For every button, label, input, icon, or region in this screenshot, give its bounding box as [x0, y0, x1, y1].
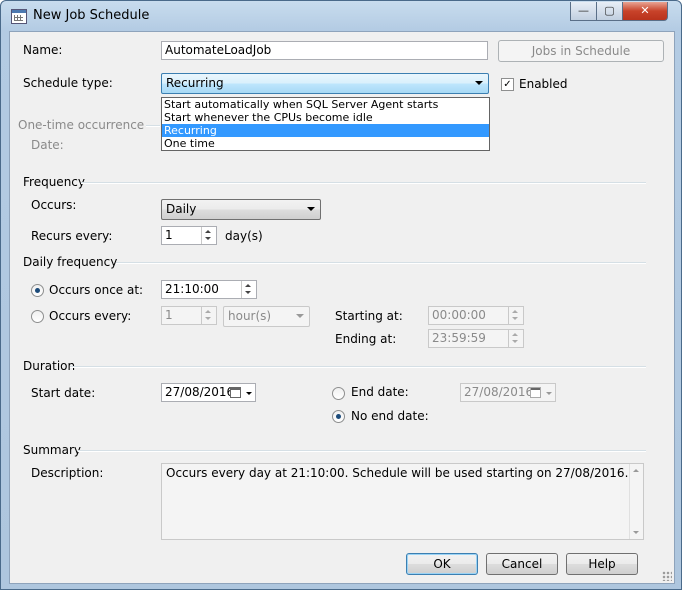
recurs-unit-label: day(s) [225, 229, 263, 243]
schedule-type-option[interactable]: One time [162, 137, 489, 150]
frequency-group-label: Frequency [23, 175, 85, 189]
frequency-group: Frequency [23, 175, 646, 189]
end-date-value: 27/08/2016 [464, 385, 534, 399]
schedule-type-option-selected[interactable]: Recurring [162, 124, 489, 137]
ending-at-value: 23:59:59 [432, 331, 486, 345]
duration-group-label: Duration [23, 359, 76, 373]
maximize-button[interactable]: ▢ [596, 2, 623, 21]
schedule-type-label: Schedule type: [23, 76, 113, 90]
occurs-every-unit-select[interactable]: hour(s) [223, 306, 310, 327]
ending-at-label: Ending at: [335, 332, 397, 346]
start-date-picker[interactable]: 27/08/2016 [161, 383, 256, 402]
calendar-icon[interactable] [230, 387, 241, 398]
ok-button[interactable]: OK [406, 553, 478, 575]
start-date-label: Start date: [31, 386, 96, 400]
dialog-client-area: Name: AutomateLoadJob Jobs in Schedule S… [9, 31, 675, 584]
start-date-value: 27/08/2016 [165, 385, 235, 399]
chevron-down-icon[interactable] [546, 392, 552, 395]
window-title: New Job Schedule [33, 8, 150, 23]
occurs-once-time-input[interactable]: 21:10:00 [161, 280, 257, 299]
chevron-down-icon[interactable] [246, 392, 252, 395]
jobs-in-schedule-button[interactable]: Jobs in Schedule [498, 40, 664, 62]
help-button[interactable]: Help [566, 553, 638, 575]
summary-group: Summary [23, 443, 646, 457]
no-end-date-radio[interactable] [332, 410, 345, 423]
spinner-arrows-icon[interactable] [241, 281, 256, 298]
occurs-label: Occurs: [31, 198, 77, 212]
occurs-once-time-value: 21:10:00 [165, 282, 219, 296]
occurs-every-radio[interactable] [31, 310, 44, 323]
chevron-down-icon [307, 207, 315, 211]
spinner-arrows-icon[interactable] [508, 307, 523, 324]
schedule-type-select[interactable]: Recurring [161, 73, 489, 94]
spinner-arrows-icon[interactable] [508, 330, 523, 347]
end-date-label: End date: [351, 385, 409, 399]
cancel-button[interactable]: Cancel [486, 553, 558, 575]
schedule-type-value: Recurring [166, 76, 224, 90]
description-label: Description: [31, 466, 104, 480]
spinner-arrows-icon[interactable] [201, 307, 216, 324]
resize-grip-icon[interactable] [662, 571, 672, 581]
description-textarea[interactable]: Occurs every day at 21:10:00. Schedule w… [161, 463, 644, 540]
enabled-checkbox[interactable]: ✓ [501, 78, 514, 91]
daily-frequency-group: Daily frequency [23, 255, 646, 269]
enabled-label: Enabled [519, 77, 568, 91]
description-text: Occurs every day at 21:10:00. Schedule w… [166, 466, 629, 480]
end-date-picker[interactable]: 27/08/2016 [460, 383, 556, 402]
spinner-arrows-icon[interactable] [201, 227, 216, 244]
ending-at-input[interactable]: 23:59:59 [428, 329, 524, 348]
occurs-every-spinner[interactable]: 1 [161, 306, 217, 325]
recurs-every-value: 1 [165, 228, 173, 242]
name-label: Name: [23, 43, 63, 57]
name-input[interactable]: AutomateLoadJob [161, 41, 488, 60]
starting-at-input[interactable]: 00:00:00 [428, 306, 524, 325]
no-end-date-label: No end date: [351, 409, 429, 423]
one-time-date-label: Date: [31, 138, 64, 152]
schedule-grid-icon [11, 9, 27, 24]
schedule-type-option[interactable]: Start automatically when SQL Server Agen… [162, 98, 489, 111]
occurs-select[interactable]: Daily [161, 199, 321, 220]
recurs-every-label: Recurs every: [31, 229, 113, 243]
occurs-every-unit-value: hour(s) [228, 309, 272, 323]
chevron-down-icon [296, 314, 304, 318]
occurs-value: Daily [166, 202, 197, 216]
minimize-button[interactable]: — [570, 2, 597, 21]
daily-frequency-group-label: Daily frequency [23, 255, 118, 269]
starting-at-label: Starting at: [335, 309, 403, 323]
schedule-type-dropdown-list: Start automatically when SQL Server Agen… [161, 97, 490, 151]
occurs-once-label: Occurs once at: [49, 283, 144, 297]
duration-group: Duration [23, 359, 646, 373]
description-scrollbar[interactable] [629, 464, 643, 539]
schedule-type-option[interactable]: Start whenever the CPUs become idle [162, 111, 489, 124]
recurs-every-spinner[interactable]: 1 [161, 226, 217, 245]
close-button[interactable]: ✕ [622, 2, 668, 21]
occurs-every-label: Occurs every: [49, 309, 132, 323]
one-time-group-label: One-time occurrence [18, 118, 145, 132]
starting-at-value: 00:00:00 [432, 308, 486, 322]
end-date-radio[interactable] [332, 387, 345, 400]
chevron-down-icon [475, 81, 483, 85]
dialog-window: New Job Schedule — ▢ ✕ Name: AutomateLoa… [0, 0, 682, 590]
title-bar[interactable]: New Job Schedule — ▢ ✕ [1, 1, 681, 31]
summary-group-label: Summary [23, 443, 81, 457]
occurs-every-value: 1 [165, 308, 173, 322]
occurs-once-radio[interactable] [31, 284, 44, 297]
calendar-icon[interactable] [530, 387, 541, 398]
